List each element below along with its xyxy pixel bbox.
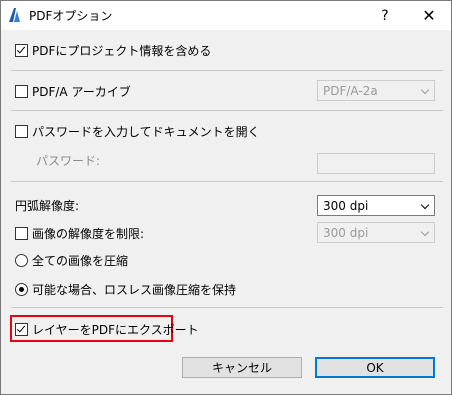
password-input[interactable] [317, 153, 435, 174]
close-button[interactable]: ✕ [407, 1, 451, 30]
dialog-body: PDFにプロジェクト情報を含める PDF/A アーカイブ PDF/A-2a パス… [1, 30, 451, 394]
pdfa-archive-option[interactable]: PDF/A アーカイブ [15, 83, 131, 100]
title-bar: PDFオプション ? ✕ [1, 1, 451, 30]
limit-image-resolution-label: 画像の解像度を制限: [32, 227, 145, 241]
compress-all-radio[interactable] [15, 254, 28, 267]
chevron-down-icon [420, 200, 430, 210]
password-open-label: パスワードを入力してドキュメントを開く [32, 125, 260, 139]
chevron-down-icon [420, 85, 430, 95]
limit-image-resolution-option[interactable]: 画像の解像度を制限: [15, 225, 144, 242]
lossless-compress-radio[interactable] [15, 283, 28, 296]
password-open-checkbox[interactable] [15, 125, 28, 138]
password-label: パスワード: [36, 154, 101, 168]
separator [11, 181, 443, 182]
image-resolution-value: 300 dpi [323, 225, 369, 240]
pdfa-version-value: PDF/A-2a [323, 83, 378, 98]
cancel-button[interactable]: キャンセル [182, 357, 302, 378]
include-project-info-label: PDFにプロジェクト情報を含める [32, 44, 212, 58]
chevron-down-icon [420, 227, 430, 237]
separator [11, 307, 443, 308]
pdf-options-dialog: PDFオプション ? ✕ PDFにプロジェクト情報を含める PDF/A アーカイ… [0, 0, 452, 395]
password-open-option[interactable]: パスワードを入力してドキュメントを開く [15, 123, 260, 140]
separator [11, 70, 443, 71]
window-title: PDFオプション [29, 9, 113, 23]
archicad-app-icon [7, 7, 23, 23]
lossless-compress-label: 可能な場合、ロスレス画像圧縮を保持 [32, 283, 237, 297]
pdfa-version-dropdown[interactable]: PDF/A-2a [317, 80, 435, 101]
arc-resolution-label: 円弧解像度: [15, 199, 80, 213]
include-project-info-option[interactable]: PDFにプロジェクト情報を含める [15, 42, 211, 59]
help-button[interactable]: ? [363, 1, 407, 30]
export-layers-label: レイヤーをPDFにエクスポート [32, 323, 199, 337]
separator [11, 110, 443, 111]
lossless-compress-option[interactable]: 可能な場合、ロスレス画像圧縮を保持 [15, 281, 236, 298]
pdfa-archive-label: PDF/A アーカイブ [32, 85, 131, 99]
compress-all-label: 全ての画像を圧縮 [32, 254, 129, 268]
limit-image-resolution-checkbox[interactable] [15, 227, 28, 240]
include-project-info-checkbox[interactable] [15, 44, 28, 57]
compress-all-option[interactable]: 全ての画像を圧縮 [15, 252, 128, 269]
arc-resolution-dropdown[interactable]: 300 dpi [317, 195, 435, 216]
arc-resolution-value: 300 dpi [323, 198, 369, 213]
image-resolution-dropdown[interactable]: 300 dpi [317, 222, 435, 243]
export-layers-checkbox[interactable] [15, 323, 28, 336]
pdfa-archive-checkbox[interactable] [15, 85, 28, 98]
ok-button[interactable]: OK [315, 357, 435, 378]
export-layers-option[interactable]: レイヤーをPDFにエクスポート [15, 321, 199, 338]
